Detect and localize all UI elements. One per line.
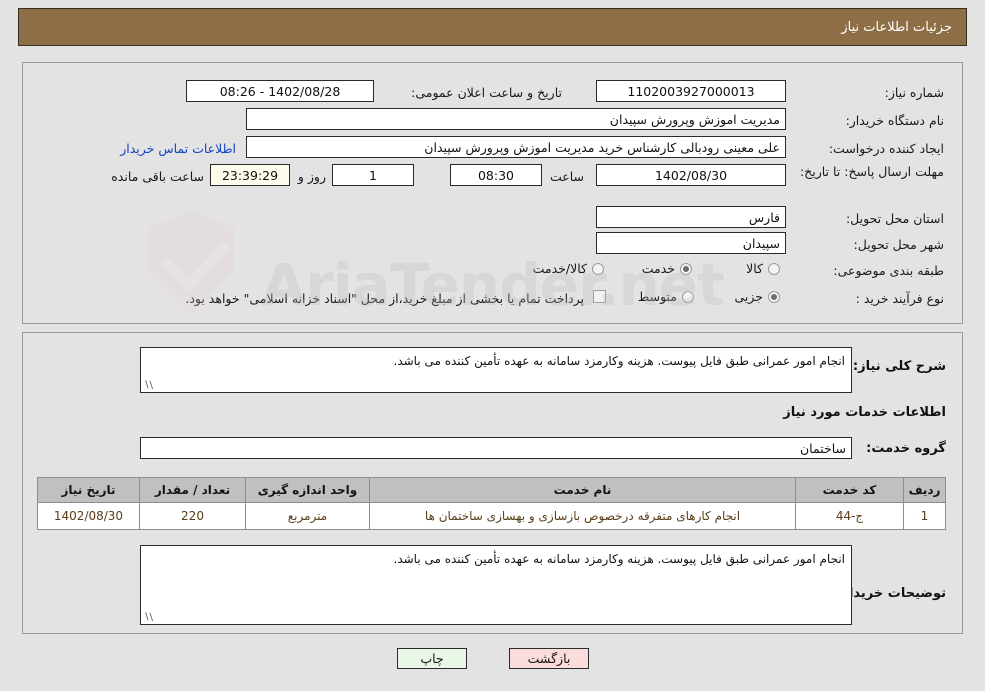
buyer-notes-label: توضیحات خریدار: xyxy=(836,586,946,601)
category-label: طبقه بندی موضوعی: xyxy=(833,263,944,278)
table-row: 1 ج-44 انجام کارهای متفرقه درخصوص بازساز… xyxy=(37,502,946,530)
province-label: استان محل تحویل: xyxy=(845,211,944,226)
radio-option-motavaset[interactable]: متوسط xyxy=(638,289,694,304)
radio-kala-khedmat-icon[interactable] xyxy=(592,262,604,275)
treasury-note: پرداخت تمام یا بخشی از مبلغ خرید،از محل … xyxy=(185,291,584,306)
buyer-notes-value: انجام امور عمرانی طبق فایل پیوست. هزینه … xyxy=(393,552,846,566)
announce-datetime-label: تاریخ و ساعت اعلان عمومی: xyxy=(411,85,562,100)
city-label: شهر محل تحویل: xyxy=(853,237,944,252)
hour-label: ساعت xyxy=(549,169,584,184)
buyer-contact-link[interactable]: اطلاعات تماس خریدار xyxy=(120,141,236,156)
deadline-date-value: 1402/08/30 xyxy=(596,164,786,186)
cell-unit: مترمربع xyxy=(245,502,370,530)
resize-grip-icon[interactable]: ∖ xyxy=(143,381,153,391)
resize-grip-icon-2[interactable]: ∖ xyxy=(143,613,153,623)
buyer-org-label: نام دستگاه خریدار: xyxy=(845,113,944,128)
process-label: نوع فرآیند خرید : xyxy=(855,291,944,306)
radio-khedmat-label: خدمت xyxy=(641,261,675,276)
announce-datetime-value: 1402/08/28 - 08:26 xyxy=(186,80,374,102)
radio-motavaset-label: متوسط xyxy=(637,289,677,304)
table-header-row: ردیف کد خدمت نام خدمت واحد اندازه گیری ت… xyxy=(37,477,946,503)
radio-kala-label: کالا xyxy=(746,261,763,276)
need-details-panel: شرح کلی نیاز: انجام امور عمرانی طبق فایل… xyxy=(22,332,963,634)
service-group-label: گروه خدمت: xyxy=(866,441,946,456)
buyer-org-value: مدیریت اموزش وپرورش سپیدان xyxy=(246,108,786,130)
treasury-checkbox[interactable] xyxy=(593,290,606,303)
service-group-value: ساختمان xyxy=(140,437,852,459)
province-value: فارس xyxy=(596,206,786,228)
col-unit: واحد اندازه گیری xyxy=(245,477,370,503)
radio-khedmat-icon[interactable] xyxy=(680,262,692,275)
cell-row: 1 xyxy=(903,502,946,530)
need-info-panel: شماره نیاز: 1102003927000013 تاریخ و ساع… xyxy=(22,62,963,324)
general-desc-textarea[interactable]: انجام امور عمرانی طبق فایل پیوست. هزینه … xyxy=(140,347,852,393)
days-label: روز و xyxy=(297,169,326,184)
services-table: ردیف کد خدمت نام خدمت واحد اندازه گیری ت… xyxy=(37,477,946,530)
cell-need-date: 1402/08/30 xyxy=(37,502,140,530)
city-value: سپیدان xyxy=(596,232,786,254)
radio-option-kala-khedmat[interactable]: کالا/خدمت xyxy=(533,261,604,276)
general-desc-label: شرح کلی نیاز: xyxy=(852,359,946,374)
cell-quantity: 220 xyxy=(139,502,246,530)
col-service-code: کد خدمت xyxy=(795,477,904,503)
requester-label: ایجاد کننده درخواست: xyxy=(828,141,944,156)
cell-service-code: ج-44 xyxy=(795,502,904,530)
need-number-label: شماره نیاز: xyxy=(884,85,944,100)
radio-option-khedmat[interactable]: خدمت xyxy=(642,261,692,276)
radio-kala-icon[interactable] xyxy=(768,262,780,275)
radio-jozee-icon[interactable] xyxy=(768,290,780,303)
remaining-days-value: 1 xyxy=(332,164,414,186)
requester-value: علی معینی رودبالی کارشناس خرید مدیریت ام… xyxy=(246,136,786,158)
col-service-name: نام خدمت xyxy=(369,477,796,503)
cell-service-name: انجام کارهای متفرقه درخصوص بازسازی و بهس… xyxy=(369,502,796,530)
general-desc-value: انجام امور عمرانی طبق فایل پیوست. هزینه … xyxy=(393,354,846,368)
col-quantity: تعداد / مقدار xyxy=(139,477,246,503)
page-title: جزئیات اطلاعات نیاز xyxy=(841,19,952,35)
deadline-label: مهلت ارسال پاسخ: تا تاریخ: xyxy=(799,164,944,179)
page-header: جزئیات اطلاعات نیاز xyxy=(18,8,967,46)
col-row: ردیف xyxy=(903,477,946,503)
col-need-date: تاریخ نیاز xyxy=(37,477,140,503)
radio-option-kala[interactable]: کالا xyxy=(746,261,780,276)
radio-motavaset-icon[interactable] xyxy=(682,290,694,303)
countdown-timer: 23:39:29 xyxy=(210,164,290,186)
print-button[interactable]: چاپ xyxy=(397,648,467,669)
radio-kala-khedmat-label: کالا/خدمت xyxy=(532,261,587,276)
radio-jozee-label: جزیی xyxy=(734,289,763,304)
radio-option-jozee[interactable]: جزیی xyxy=(734,289,780,304)
remaining-hours-label: ساعت باقی مانده xyxy=(111,169,204,184)
buyer-notes-textarea[interactable]: انجام امور عمرانی طبق فایل پیوست. هزینه … xyxy=(140,545,852,625)
services-section-title: اطلاعات خدمات مورد نیاز xyxy=(783,405,946,420)
need-number-value: 1102003927000013 xyxy=(596,80,786,102)
back-button[interactable]: بازگشت xyxy=(509,648,589,669)
deadline-time-value: 08:30 xyxy=(450,164,542,186)
